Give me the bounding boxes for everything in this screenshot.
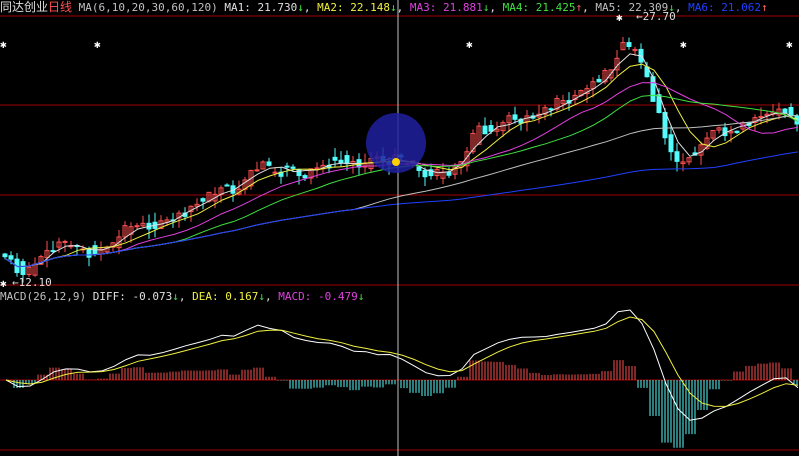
candle-down <box>290 166 296 169</box>
marker-icon: ✱ <box>786 38 793 51</box>
candle-down <box>284 165 290 168</box>
marker-icon: ✱ <box>0 38 7 51</box>
ma-params: MA(6,10,20,30,60,120) <box>78 1 218 14</box>
ma-legend-1: MA1: 21.730↓, <box>224 1 318 14</box>
macd-value: -0.479 <box>317 290 358 303</box>
period-label[interactable]: 日线 <box>48 0 72 14</box>
candle-down <box>488 125 494 132</box>
diff-arrow-icon: ↓ <box>172 290 179 303</box>
macd-arrow-icon: ↓ <box>357 290 365 303</box>
candle-down <box>482 125 488 135</box>
candle-up <box>62 240 68 243</box>
candle-down <box>266 161 272 166</box>
candle-down <box>20 261 26 275</box>
dea-label: DEA: <box>192 290 219 303</box>
candle-down <box>446 171 452 176</box>
candle-down <box>344 155 350 165</box>
candle-down <box>2 253 8 258</box>
marker-icon: ✱ <box>680 38 687 51</box>
candle-down <box>86 248 92 258</box>
candle-down <box>416 166 422 171</box>
candle-up <box>314 167 320 170</box>
high-price-label: ←27.70 <box>636 10 676 23</box>
candle-down <box>782 108 788 114</box>
macd-params: MACD(26,12,9) <box>0 290 87 303</box>
selected-bar-marker <box>392 158 400 166</box>
chart-canvas[interactable]: ✱ ✱ ✱ ✱✱✱✱ <box>0 0 799 456</box>
candle-down <box>596 78 602 83</box>
low-price-label: ←12.10 <box>12 276 52 289</box>
candle-down <box>8 255 14 260</box>
candle-down <box>332 156 338 161</box>
candle-down <box>548 108 554 111</box>
dea-line <box>5 316 799 407</box>
dea-value: 0.167 <box>225 290 259 303</box>
ma-legend-4: MA4: 21.425↑, <box>502 1 596 14</box>
candle-down <box>200 198 206 202</box>
candle-down <box>224 184 230 187</box>
candle-down <box>50 250 56 253</box>
ma-legend-2: MA2: 22.148↓, <box>317 1 410 14</box>
candle-down <box>626 42 632 47</box>
candle-down <box>734 130 740 134</box>
stock-chart[interactable]: ✱ ✱ ✱ ✱ ✱ ✱ ✱ 同达创业日线 MA(6,10,20,30,60,120) MA1… <box>0 0 799 456</box>
candle-down <box>296 168 302 177</box>
candle-down <box>422 169 428 178</box>
candle-down <box>302 175 308 179</box>
diff-line <box>5 309 799 421</box>
marker-icon: ✱ <box>94 38 101 51</box>
diff-value: -0.073 <box>132 290 173 303</box>
macd-label: MACD: <box>278 290 312 303</box>
ma-legend-3: MA3: 21.881↓, <box>409 1 503 14</box>
candle-up <box>272 171 278 174</box>
marker-icon: ✱ <box>0 277 7 290</box>
candle-down <box>668 134 674 153</box>
stock-name: 同达创业 <box>0 0 49 14</box>
candle-up <box>254 169 260 172</box>
macd-legend: MACD(26,12,9) DIFF: -0.073↓, DEA: 0.167↓… <box>0 290 365 303</box>
diff-label: DIFF: <box>92 290 126 303</box>
dea-arrow-icon: ↓ <box>258 290 265 303</box>
candle-down <box>512 114 518 120</box>
candle-down <box>338 159 344 164</box>
marker-icon: ✱ <box>466 38 473 51</box>
candle-down <box>662 111 668 139</box>
candle-down <box>674 151 680 162</box>
ma-legend-6: MA6: 21.062↑ <box>688 1 768 14</box>
candle-down <box>788 106 794 117</box>
